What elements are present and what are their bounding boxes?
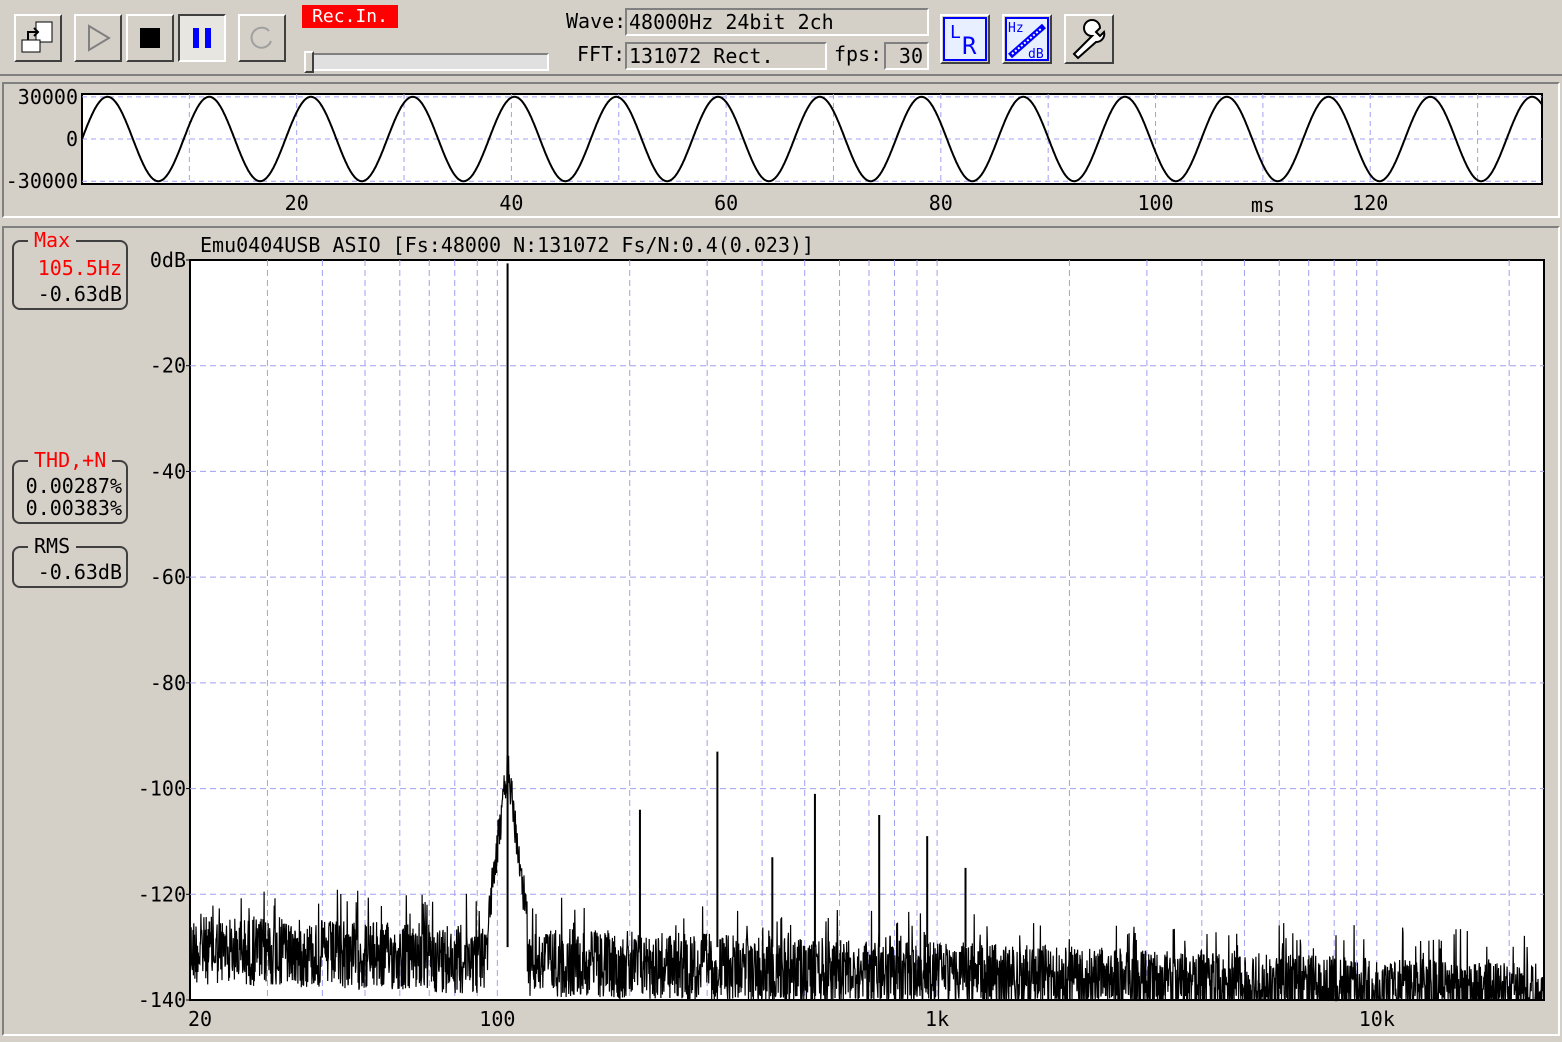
wave-format-field[interactable]: 48000Hz 24bit 2ch [625, 8, 929, 36]
wave-y-tick: -30000 [6, 169, 78, 193]
wave-x-tick: 100 [1137, 191, 1173, 215]
wave-x-tick: 20 [285, 191, 309, 215]
spec-y-tick: -80 [150, 671, 186, 695]
play-button[interactable] [74, 14, 122, 62]
spec-y-tick: -40 [150, 459, 186, 483]
wave-y-tick: 0 [66, 127, 78, 151]
fft-label: FFT: [577, 42, 626, 66]
spec-y-tick: -100 [138, 777, 186, 801]
hz-db-scale-icon: Hz dB [1005, 17, 1049, 62]
wave-x-tick: 120 [1352, 191, 1388, 215]
pause-button[interactable] [178, 14, 226, 62]
waveform-chart: 30000 0 -30000 20 40 60 80 100 120 ms [6, 85, 1543, 216]
spectrum-plot-area [189, 259, 1545, 1001]
stop-icon [140, 28, 160, 48]
wave-label: Wave: [566, 9, 627, 33]
svg-text:dB: dB [1028, 47, 1044, 62]
svg-text:L: L [950, 22, 961, 43]
spec-x-tick: 1k [925, 1007, 949, 1031]
wave-x-tick: 80 [929, 191, 953, 215]
spec-y-tick: -120 [138, 882, 186, 906]
spec-y-tick: -140 [138, 988, 186, 1012]
wave-y-tick: 30000 [18, 85, 78, 109]
rec-in-indicator: Rec.In. [302, 5, 398, 28]
play-icon [88, 24, 111, 52]
slider-thumb[interactable] [304, 51, 314, 73]
wrench-icon [1072, 19, 1106, 60]
lr-channel-icon: L R [943, 17, 987, 61]
position-slider[interactable] [304, 51, 549, 73]
svg-text:Hz: Hz [1008, 21, 1024, 36]
fps-label: fps: [834, 42, 883, 66]
svg-text:R: R [962, 32, 977, 60]
spectrum-chart: Emu0404USB ASIO [Fs:48000 N:131072 Fs/N:… [138, 233, 1545, 1031]
spectrum-panel: Max 105.5Hz -0.63dB THD,+N 0.00287% 0.00… [2, 226, 1560, 1036]
export-icon [21, 21, 53, 53]
spec-x-tick: 20 [188, 1007, 212, 1031]
hz-db-scale-button[interactable]: Hz dB [1002, 14, 1052, 64]
spec-x-tick: 10k [1359, 1007, 1395, 1031]
spec-y-tick: 0dB [150, 248, 186, 272]
spec-y-tick: -60 [150, 565, 186, 589]
fps-field[interactable]: 30 [884, 42, 929, 70]
wave-x-unit: ms [1251, 193, 1275, 216]
pause-icon [193, 28, 211, 48]
stop-button[interactable] [126, 14, 174, 62]
lr-channel-button[interactable]: L R [940, 14, 990, 64]
settings-button[interactable] [1064, 14, 1114, 64]
waveform-panel: 30000 0 -30000 20 40 60 80 100 120 ms [2, 82, 1560, 218]
toolbar: Rec.In. Wave: 48000Hz 24bit 2ch FFT: 131… [0, 0, 1562, 76]
refresh-button[interactable] [238, 14, 286, 62]
wave-x-tick: 40 [499, 191, 523, 215]
spec-y-tick: -20 [150, 354, 186, 378]
spec-x-tick: 100 [479, 1007, 515, 1031]
refresh-icon [250, 26, 272, 49]
export-button[interactable] [14, 14, 62, 62]
wave-x-tick: 60 [714, 191, 738, 215]
spectrum-title: Emu0404USB ASIO [Fs:48000 N:131072 Fs/N:… [200, 233, 814, 257]
fft-settings-field[interactable]: 131072 Rect. [625, 42, 827, 70]
